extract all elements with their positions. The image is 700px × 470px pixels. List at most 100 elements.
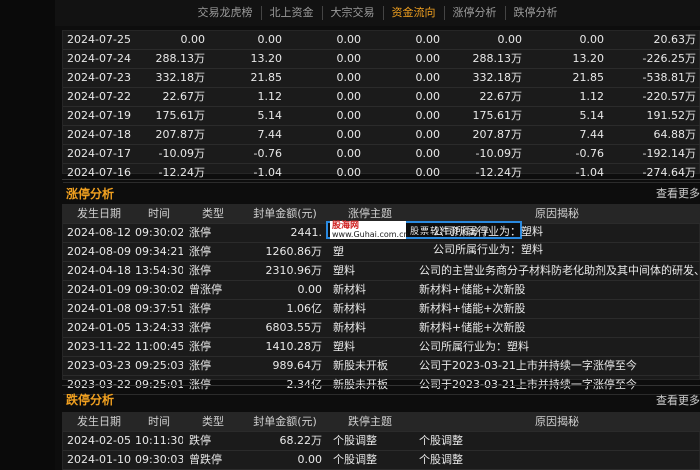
table-cell: 21.85	[210, 68, 287, 88]
table-cell: 0.00	[527, 31, 609, 50]
tab-fund-flow[interactable]: 资金流向	[384, 6, 445, 20]
table-cell: 公司的主营业务商分子材料防老化助剂及其中间体的研发、生产、	[413, 261, 700, 281]
table-cell: 0.00	[287, 106, 366, 126]
table-cell: 191.52万	[609, 106, 700, 126]
table-cell: 0.00	[366, 68, 445, 88]
table-cell: 0.00	[210, 31, 287, 50]
table-row[interactable]: 2024-07-19 175.61万 5.14 0.00 0.00 175.61万 5.14…	[63, 106, 700, 126]
table-cell: 涨停	[183, 337, 243, 357]
table-row[interactable]: 2024-01-10 09:30:03 曾跌停 0.00 个股调整 个股调整	[63, 450, 700, 470]
table-cell: 288.13万	[135, 49, 210, 69]
col-amount[interactable]: 封单金额(元)	[243, 413, 327, 432]
col-date[interactable]: 发生日期	[63, 205, 135, 224]
table-row[interactable]: 2024-07-22 22.67万 1.12 0.00 0.00 22.67万 1.12 -2…	[63, 87, 700, 107]
limit-down-table: 发生日期 时间 类型 封单金额(元) 跌停主题 原因揭秘 2024-02-05 1…	[63, 413, 700, 470]
table-cell: 207.87万	[445, 125, 527, 145]
col-theme[interactable]: 跌停主题	[327, 413, 413, 432]
table-cell: 0.00	[135, 31, 210, 50]
table-cell: 7.44	[527, 125, 609, 145]
col-time[interactable]: 时间	[135, 205, 183, 224]
fund-flow-table: 2024-07-25 0.00 0.00 0.00 0.00 0.00 0.00 20.63万…	[63, 31, 700, 183]
limit-up-more-link[interactable]: 查看更多	[656, 185, 700, 201]
tab-limit-up[interactable]: 涨停分析	[445, 6, 506, 20]
table-row[interactable]: 2024-07-17 -10.09万 -0.76 0.00 0.00 -10.09万 -0.…	[63, 144, 700, 164]
table-cell: 个股调整	[327, 450, 413, 470]
top-tab-bar: 交易龙虎榜 北上资金 大宗交易 资金流向 涨停分析 跌停分析	[55, 0, 700, 26]
table-cell: 塑料	[327, 337, 413, 357]
table-cell: 6803.55万	[243, 318, 327, 338]
table-cell: -220.57万	[609, 87, 700, 107]
row2-reason: 公司所属行业为：塑料	[433, 243, 543, 256]
table-cell: 332.18万	[445, 68, 527, 88]
table-cell: 2310.96万	[243, 261, 327, 281]
table-cell: 塑料	[327, 261, 413, 281]
table-cell: 2024-07-24	[63, 49, 135, 69]
table-row[interactable]: 2024-01-08 09:37:51 涨停 1.06亿 新材料 新材料+储能+次新股	[63, 299, 700, 319]
limit-down-header-row: 发生日期 时间 类型 封单金额(元) 跌停主题 原因揭秘	[63, 413, 700, 432]
table-row[interactable]: 2024-07-18 207.87万 7.44 0.00 0.00 207.87万 7.44…	[63, 125, 700, 145]
table-cell: 0.00	[243, 280, 327, 300]
table-cell: 64.88万	[609, 125, 700, 145]
table-cell: 1.06亿	[243, 299, 327, 319]
table-cell: 22.67万	[135, 87, 210, 107]
table-cell: 2024-07-25	[63, 31, 135, 50]
table-row[interactable]: 2023-11-22 11:00:45 涨停 1410.28万 塑料 公司所属行业为：塑料	[63, 337, 700, 357]
table-cell: 1.12	[210, 87, 287, 107]
table-cell: 个股调整	[413, 431, 700, 451]
table-cell: 5.14	[527, 106, 609, 126]
tab-limit-down[interactable]: 跌停分析	[506, 6, 566, 20]
table-row[interactable]: 2024-07-23 332.18万 21.85 0.00 0.00 332.18万 21.…	[63, 68, 700, 88]
table-cell: 公司于2023-03-21上市并持续一字涨停至今	[413, 356, 700, 376]
table-row[interactable]: 2024-01-09 09:30:02 曾涨停 0.00 新材料 新材料+储能+次新股	[63, 280, 700, 300]
col-time[interactable]: 时间	[135, 413, 183, 432]
table-cell: 新材料+储能+次新股	[413, 280, 700, 300]
row1-reason: 公司所属行业为：塑料	[433, 225, 543, 238]
table-row[interactable]: 2024-07-25 0.00 0.00 0.00 0.00 0.00 0.00 20.63万	[63, 31, 700, 50]
table-cell: 0.00	[445, 31, 527, 50]
table-cell: 13.20	[527, 49, 609, 69]
table-cell: 新股未开板	[327, 356, 413, 376]
table-cell: 0.00	[287, 144, 366, 164]
table-cell: 11:00:45	[135, 337, 183, 357]
col-type[interactable]: 类型	[183, 205, 243, 224]
table-cell: 新材料+储能+次新股	[413, 299, 700, 319]
table-cell: 21.85	[527, 68, 609, 88]
limit-up-title: 涨停分析	[66, 187, 115, 201]
table-cell: 2023-11-22	[63, 337, 135, 357]
table-row[interactable]: 2024-08-09 09:34:21 涨停 1260.86万塑	[63, 242, 700, 262]
table-cell: 2024-07-18	[63, 125, 135, 145]
table-row[interactable]: 2023-03-23 09:25:03 涨停 989.64万 新股未开板 公司于2023-…	[63, 356, 700, 376]
table-cell: 0.00	[366, 31, 445, 50]
tab-dragon-tiger[interactable]: 交易龙虎榜	[190, 6, 262, 20]
table-cell: 0.00	[287, 125, 366, 145]
col-type[interactable]: 类型	[183, 413, 243, 432]
table-row[interactable]: 2024-01-05 13:24:33 涨停 6803.55万 新材料 新材料+储能+次新…	[63, 318, 700, 338]
table-row[interactable]: 2024-07-24 288.13万 13.20 0.00 0.00 288.13万 13.…	[63, 49, 700, 69]
table-cell: 288.13万	[445, 49, 527, 69]
table-cell: 2024-07-23	[63, 68, 135, 88]
table-cell: -226.25万	[609, 49, 700, 69]
col-amount[interactable]: 封单金额(元)	[243, 205, 327, 224]
table-cell: 13:54:30	[135, 261, 183, 281]
table-row[interactable]: 2024-04-18 13:54:30 涨停 2310.96万 塑料 公司的主营业务商分子…	[63, 261, 700, 281]
table-cell: 曾涨停	[183, 280, 243, 300]
table-cell: 2024-02-05	[63, 431, 135, 451]
table-cell: 0.00	[366, 144, 445, 164]
limit-down-more-link[interactable]: 查看更多	[656, 392, 700, 408]
tab-block-trade[interactable]: 大宗交易	[323, 6, 384, 20]
table-cell: 5.14	[210, 106, 287, 126]
table-cell: -192.14万	[609, 144, 700, 164]
table-cell: 2441.	[243, 223, 327, 243]
table-cell: 2024-07-19	[63, 106, 135, 126]
col-reason[interactable]: 原因揭秘	[413, 413, 700, 432]
table-cell: 2024-07-17	[63, 144, 135, 164]
table-cell: 2024-04-18	[63, 261, 135, 281]
table-cell: 13:24:33	[135, 318, 183, 338]
table-cell: 22.67万	[445, 87, 527, 107]
table-cell: 0.00	[287, 31, 366, 50]
table-cell: 公司所属行业为：塑料	[413, 337, 700, 357]
table-cell: 68.22万	[243, 431, 327, 451]
table-row[interactable]: 2024-02-05 10:11:30 跌停 68.22万 个股调整 个股调整	[63, 431, 700, 451]
col-date[interactable]: 发生日期	[63, 413, 135, 432]
tab-northbound[interactable]: 北上资金	[262, 6, 323, 20]
